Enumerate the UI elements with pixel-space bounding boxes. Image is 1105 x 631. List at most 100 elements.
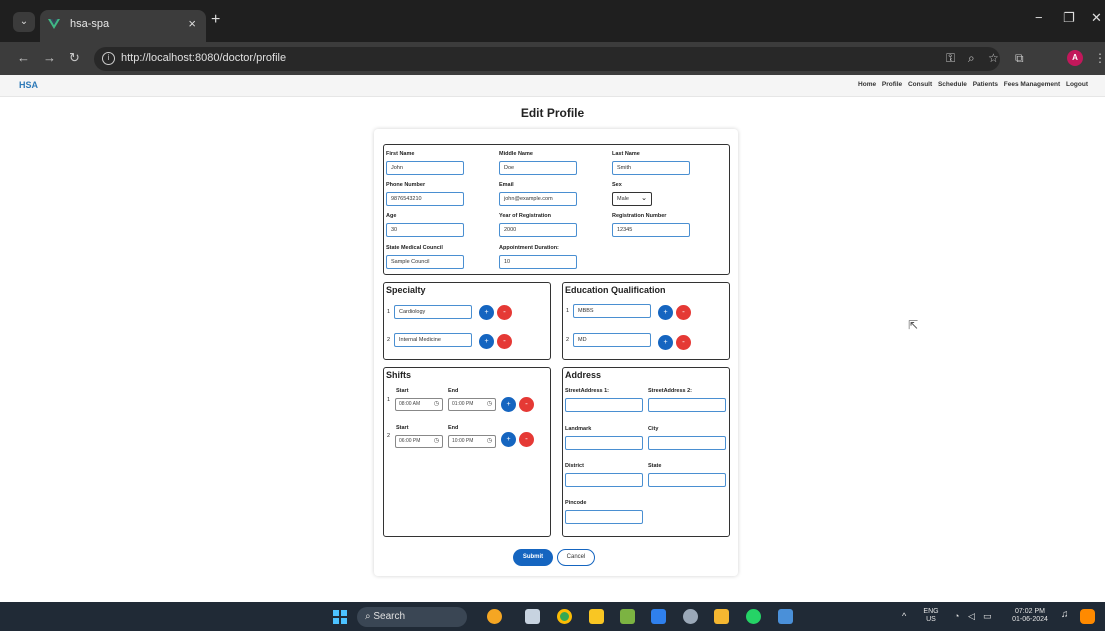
landmark-input[interactable]	[565, 436, 643, 450]
nav-home[interactable]: Home	[858, 81, 876, 88]
middle-name-input[interactable]: Doe	[499, 161, 577, 175]
remove-education-button[interactable]: -	[676, 335, 691, 350]
profile-avatar[interactable]: A	[1067, 50, 1083, 66]
clock-icon[interactable]: ◷	[487, 436, 492, 447]
phone-input[interactable]: 9876543210	[386, 192, 464, 206]
submit-button[interactable]: Submit	[513, 549, 553, 566]
add-education-button[interactable]: +	[658, 335, 673, 350]
minimize-icon[interactable]: −	[1035, 10, 1043, 25]
specialty-input[interactable]: Internal Medicine	[394, 333, 472, 347]
middle-name-label: Middle Name	[499, 151, 533, 157]
brand-logo[interactable]: HSA	[19, 80, 38, 90]
registration-number-input[interactable]: 12345	[612, 223, 690, 237]
password-key-icon[interactable]: ⚿	[946, 51, 955, 66]
first-name-label: First Name	[386, 151, 415, 157]
add-shift-button[interactable]: +	[501, 397, 516, 412]
state-medical-council-input[interactable]: Sample Council	[386, 255, 464, 269]
notification-bell-icon[interactable]: ♫	[1061, 610, 1069, 620]
education-input[interactable]: MBBS	[573, 304, 651, 318]
tab-search-button[interactable]: ⌄	[13, 12, 35, 32]
year-of-registration-input[interactable]: 2000	[499, 223, 577, 237]
clock-icon[interactable]: ◷	[434, 436, 439, 447]
nav-logout[interactable]: Logout	[1066, 81, 1088, 88]
app-navbar: HSA Home Profile Consult Schedule Patien…	[0, 75, 1105, 97]
email-input[interactable]: john@example.com	[499, 192, 577, 206]
add-education-button[interactable]: +	[658, 305, 673, 320]
chevron-up-icon[interactable]: ^	[902, 612, 906, 621]
education-input[interactable]: MD	[573, 333, 651, 347]
widget-icon[interactable]	[1080, 609, 1095, 624]
nav-profile[interactable]: Profile	[882, 81, 902, 88]
registration-number-label: Registration Number	[612, 213, 667, 219]
photos-icon[interactable]	[778, 609, 793, 624]
wifi-icon[interactable]: ◔	[954, 612, 959, 621]
specialty-input[interactable]: Cardiology	[394, 305, 472, 319]
remove-shift-button[interactable]: -	[519, 432, 534, 447]
street-address-1-input[interactable]	[565, 398, 643, 412]
close-tab-icon[interactable]: ×	[188, 16, 196, 31]
close-window-icon[interactable]: ✕	[1091, 10, 1102, 26]
nav-consult[interactable]: Consult	[908, 81, 932, 88]
remove-education-button[interactable]: -	[676, 305, 691, 320]
vscode-icon[interactable]	[651, 609, 666, 624]
nav-patients[interactable]: Patients	[973, 81, 998, 88]
last-name-input[interactable]: Smith	[612, 161, 690, 175]
first-name-input[interactable]: John	[386, 161, 464, 175]
app-icon[interactable]	[620, 609, 635, 624]
city-input[interactable]	[648, 436, 726, 450]
nav-fees-management[interactable]: Fees Management	[1004, 81, 1060, 88]
shift-end-time-value: 01:00 PM	[452, 401, 474, 407]
taskbar-search-label: Search	[373, 611, 406, 622]
add-shift-button[interactable]: +	[501, 432, 516, 447]
cancel-button[interactable]: Cancel	[557, 549, 595, 566]
shift-start-time-input[interactable]: 08:00 AM ◷	[395, 398, 443, 411]
zoom-icon[interactable]: ⌕	[968, 51, 975, 66]
folder-icon[interactable]	[714, 609, 729, 624]
extensions-icon[interactable]: ⧉	[1015, 51, 1024, 66]
restore-icon[interactable]: ❐	[1063, 10, 1075, 26]
whatsapp-icon[interactable]	[746, 609, 761, 624]
address-title: Address	[565, 370, 602, 380]
browser-tab-strip: ⌄ hsa-spa × + − ❐ ✕	[0, 0, 1105, 42]
clock-icon[interactable]: ◷	[487, 399, 492, 410]
state-input[interactable]	[648, 473, 726, 487]
street-address-2-input[interactable]	[648, 398, 726, 412]
task-view-icon[interactable]	[525, 609, 540, 624]
remove-shift-button[interactable]: -	[519, 397, 534, 412]
windows-start-icon[interactable]	[333, 610, 347, 624]
chrome-icon[interactable]	[557, 609, 572, 624]
appointment-duration-input[interactable]: 10	[499, 255, 577, 269]
file-explorer-alt-icon[interactable]	[589, 609, 604, 624]
language-indicator[interactable]: ENG US	[921, 608, 941, 624]
sex-select[interactable]: Male ⌄	[612, 192, 652, 206]
volume-icon[interactable]: ◁	[968, 612, 975, 621]
add-specialty-button[interactable]: +	[479, 334, 494, 349]
remove-specialty-button[interactable]: -	[497, 305, 512, 320]
district-input[interactable]	[565, 473, 643, 487]
forward-icon[interactable]: →	[43, 50, 56, 66]
shift-end-time-input[interactable]: 01:00 PM ◷	[448, 398, 496, 411]
bookmark-star-icon[interactable]: ☆	[988, 51, 999, 65]
reload-icon[interactable]: ↻	[69, 50, 80, 66]
weather-icon[interactable]	[487, 609, 502, 624]
shift-end-label: End	[448, 425, 459, 431]
remove-specialty-button[interactable]: -	[497, 334, 512, 349]
shift-start-time-input[interactable]: 06:00 PM ◷	[395, 435, 443, 448]
clock[interactable]: 07:02 PM 01-06-2024	[1008, 608, 1052, 624]
nav-schedule[interactable]: Schedule	[938, 81, 967, 88]
new-tab-button[interactable]: +	[211, 12, 220, 28]
age-input[interactable]: 30	[386, 223, 464, 237]
battery-icon[interactable]: ▭	[983, 612, 992, 621]
pincode-input[interactable]	[565, 510, 643, 524]
taskbar-search[interactable]: ⌕ Search	[357, 607, 467, 627]
browser-tab[interactable]: hsa-spa ×	[40, 10, 206, 42]
clock-icon[interactable]: ◷	[434, 399, 439, 410]
settings-gear-icon[interactable]	[683, 609, 698, 624]
shift-start-time-value: 08:00 AM	[399, 401, 421, 407]
browser-menu-icon[interactable]: ⋮	[1094, 51, 1105, 65]
address-bar[interactable]: i http://localhost:8080/doctor/profile	[94, 47, 1000, 71]
back-icon[interactable]: ←	[17, 50, 30, 66]
site-info-icon[interactable]: i	[102, 52, 115, 65]
shift-end-time-input[interactable]: 10:00 PM ◷	[448, 435, 496, 448]
add-specialty-button[interactable]: +	[479, 305, 494, 320]
